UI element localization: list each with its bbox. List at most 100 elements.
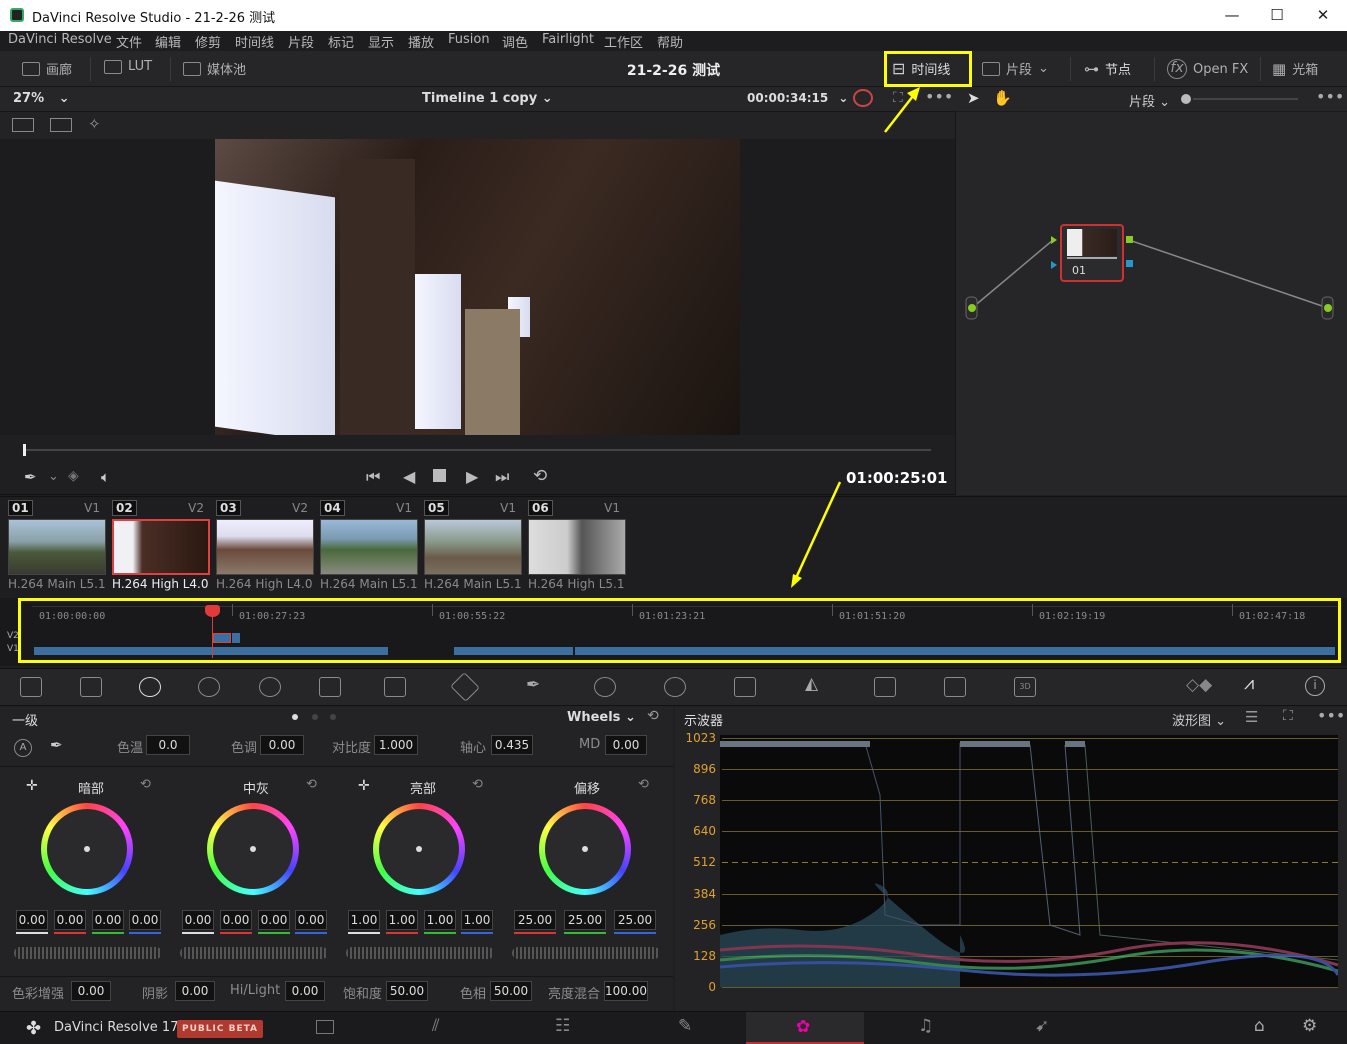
offset-g-field[interactable]: 25.00 bbox=[564, 910, 606, 930]
gain-y-field[interactable]: 1.00 bbox=[348, 910, 380, 930]
mode-select[interactable]: Wheels ⌄ bbox=[567, 710, 636, 725]
offset-master-jog[interactable] bbox=[512, 947, 660, 959]
color-boost-field[interactable]: 0.00 bbox=[71, 981, 111, 1001]
step-back-icon[interactable]: ◀ bbox=[403, 467, 415, 486]
saturation-field[interactable]: 50.00 bbox=[386, 981, 428, 1001]
gain-wheel[interactable] bbox=[373, 803, 465, 895]
fairlight-page-icon[interactable]: ♫ bbox=[918, 1016, 933, 1036]
color-match-icon[interactable] bbox=[80, 677, 102, 697]
node-mode-select[interactable]: 片段 ⌄ bbox=[1129, 91, 1170, 110]
menu-fairlight[interactable]: Fairlight bbox=[542, 32, 594, 47]
tint-field[interactable]: 0.00 bbox=[260, 735, 304, 755]
reset-icon[interactable]: ⟲ bbox=[306, 777, 317, 792]
zoom-slider[interactable] bbox=[1193, 98, 1298, 100]
lift-b-field[interactable]: 0.00 bbox=[129, 910, 161, 930]
menu-davinci[interactable]: DaVinci Resolve bbox=[8, 32, 112, 47]
menu-color[interactable]: 调色 bbox=[502, 32, 528, 51]
lift-master-jog[interactable] bbox=[14, 947, 162, 959]
edit-page-icon[interactable]: ☷ bbox=[555, 1016, 570, 1036]
timeline-select[interactable]: Timeline 1 copy ⌄ bbox=[422, 91, 553, 106]
hand-icon[interactable]: ✋ bbox=[993, 89, 1012, 107]
lift-y-field[interactable]: 0.00 bbox=[16, 910, 48, 930]
sizing-icon[interactable] bbox=[944, 677, 966, 697]
gamma-r-field[interactable]: 0.00 bbox=[220, 910, 252, 930]
menu-timeline[interactable]: 时间线 bbox=[235, 32, 274, 51]
curves-icon[interactable] bbox=[384, 677, 406, 697]
white-balance-picker-icon[interactable]: ✒ bbox=[50, 736, 63, 754]
zoom-slider-handle[interactable] bbox=[1181, 94, 1191, 104]
magic-wand-icon[interactable]: ✧ bbox=[88, 115, 101, 133]
volume-icon[interactable]: 🔈︎ bbox=[101, 468, 110, 486]
reset-all-icon[interactable]: ⟲ bbox=[647, 708, 659, 724]
offset-r-field[interactable]: 25.00 bbox=[514, 910, 556, 930]
hdr-wheels-icon[interactable] bbox=[198, 677, 220, 697]
menu-clip[interactable]: 片段 bbox=[288, 32, 314, 51]
more-options-icon[interactable]: ••• bbox=[1317, 706, 1345, 725]
menu-fusion[interactable]: Fusion bbox=[448, 32, 490, 47]
lift-wheel[interactable] bbox=[41, 803, 133, 895]
qualifier-icon[interactable]: ✒ bbox=[526, 675, 540, 695]
keyframes-icon[interactable]: ◇◆ bbox=[1186, 675, 1212, 695]
gain-b-field[interactable]: 1.00 bbox=[461, 910, 493, 930]
more-options-icon[interactable]: ••• bbox=[1316, 87, 1344, 106]
3d-icon[interactable]: 3D bbox=[1014, 677, 1036, 697]
gain-g-field[interactable]: 1.00 bbox=[424, 910, 456, 930]
hue-field[interactable]: 50.00 bbox=[490, 981, 532, 1001]
rgb-mixer-icon[interactable] bbox=[259, 677, 281, 697]
auto-balance-icon[interactable]: A bbox=[14, 739, 32, 757]
close-button[interactable]: ✕ bbox=[1301, 4, 1345, 26]
blur-icon[interactable]: ◭ bbox=[805, 674, 818, 694]
lift-r-field[interactable]: 0.00 bbox=[54, 910, 86, 930]
scopes-icon[interactable]: ⩘ bbox=[1244, 673, 1254, 694]
pivot-field[interactable]: 0.435 bbox=[491, 735, 533, 755]
menu-mark[interactable]: 标记 bbox=[328, 32, 354, 51]
picker-icon[interactable]: ✒ bbox=[24, 468, 37, 486]
offset-b-field[interactable]: 25.00 bbox=[614, 910, 656, 930]
gamma-b-field[interactable]: 0.00 bbox=[295, 910, 327, 930]
highlight-field[interactable]: 0.00 bbox=[285, 981, 325, 1001]
color-wheels-icon[interactable] bbox=[139, 677, 161, 697]
zoom-select[interactable]: 27% ⌄ bbox=[13, 91, 70, 106]
color-warper-icon[interactable] bbox=[450, 672, 480, 702]
expand-icon[interactable]: ⛶ bbox=[1283, 708, 1293, 724]
home-icon[interactable]: ⌂ bbox=[1254, 1016, 1265, 1036]
cut-page-icon[interactable]: ⫽ bbox=[432, 1016, 440, 1036]
gamma-wheel[interactable] bbox=[207, 803, 299, 895]
openfx-button[interactable]: fx Open FX bbox=[1167, 59, 1248, 79]
minimize-button[interactable]: — bbox=[1210, 4, 1254, 26]
crosshair-icon[interactable]: ✛ bbox=[26, 778, 38, 794]
menu-trim[interactable]: 修剪 bbox=[195, 32, 221, 51]
scope-settings-icon[interactable]: ☰ bbox=[1245, 708, 1258, 726]
menu-edit[interactable]: 编辑 bbox=[155, 32, 181, 51]
loop-icon[interactable]: ⟲ bbox=[533, 466, 547, 486]
skip-start-icon[interactable]: ⏮ bbox=[366, 467, 380, 487]
maximize-button[interactable]: ☐ bbox=[1255, 4, 1299, 26]
menu-help[interactable]: 帮助 bbox=[657, 32, 683, 51]
motion-effects-icon[interactable] bbox=[319, 677, 341, 697]
reset-icon[interactable]: ⟲ bbox=[472, 777, 483, 792]
lum-mix-field[interactable]: 100.00 bbox=[604, 981, 648, 1001]
settings-gear-icon[interactable]: ⚙ bbox=[1302, 1016, 1317, 1036]
scope-type-select[interactable]: 波形图 ⌄ bbox=[1172, 710, 1226, 729]
offset-wheel[interactable] bbox=[539, 803, 631, 895]
menu-workspace[interactable]: 工作区 bbox=[604, 32, 643, 51]
camera-raw-icon[interactable] bbox=[20, 677, 42, 697]
crosshair-icon[interactable]: ✛ bbox=[358, 778, 370, 794]
pointer-icon[interactable]: ➤ bbox=[967, 89, 980, 107]
md-field[interactable]: 0.00 bbox=[605, 735, 647, 755]
layers-icon[interactable]: ◈ bbox=[68, 468, 79, 484]
reset-icon[interactable]: ⟲ bbox=[140, 777, 151, 792]
key-icon[interactable] bbox=[874, 677, 896, 697]
menu-file[interactable]: 文件 bbox=[116, 32, 142, 51]
shadow-field[interactable]: 0.00 bbox=[175, 981, 215, 1001]
chevron-down-icon[interactable]: ⌄ bbox=[48, 469, 59, 484]
media-page-icon[interactable] bbox=[316, 1020, 334, 1034]
grid-view-icon[interactable] bbox=[50, 118, 72, 132]
nodes-button[interactable]: ⊶ 节点 bbox=[1084, 59, 1131, 79]
split-view-icon[interactable] bbox=[12, 118, 34, 132]
menu-view[interactable]: 显示 bbox=[368, 32, 394, 51]
gain-r-field[interactable]: 1.00 bbox=[386, 910, 418, 930]
temp-field[interactable]: 0.0 bbox=[146, 735, 190, 755]
gamma-g-field[interactable]: 0.00 bbox=[258, 910, 290, 930]
deliver-page-icon[interactable]: ➹ bbox=[1035, 1016, 1049, 1036]
